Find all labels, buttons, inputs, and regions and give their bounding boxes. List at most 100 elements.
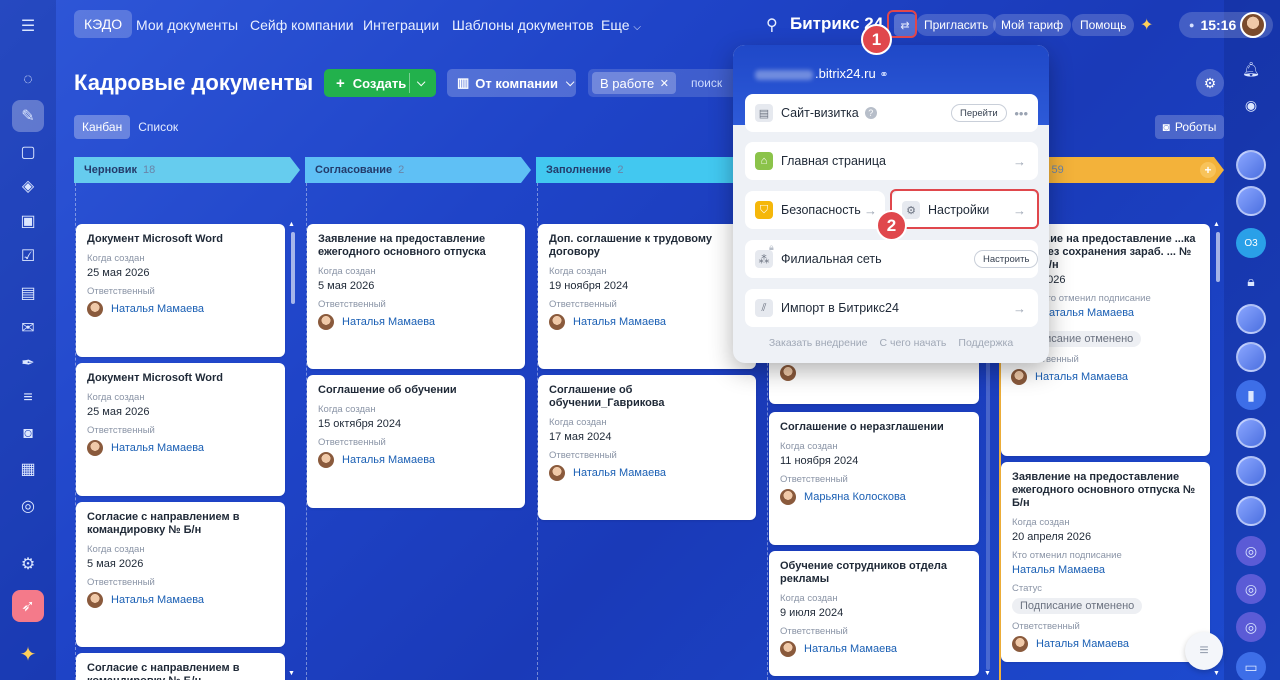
card-user[interactable]: Наталья Мамаева [780,641,968,657]
contacts-icon[interactable]: ▤ [12,277,44,309]
card-title[interactable]: Соглашение об обучении_Гаврикова [549,384,745,410]
company-selector[interactable]: ▥ От компании ⌵ [447,69,576,97]
cancel-user[interactable]: Наталья Мамаева [1041,307,1199,319]
robot-icon[interactable]: ◙ [12,418,44,450]
bookmark-icon[interactable]: ▮ [1236,380,1266,410]
target-icon[interactable]: ◎ [12,490,44,522]
card-title[interactable]: Соглашение о неразглашении [780,421,968,434]
menu-icon[interactable]: ☰ [12,10,44,42]
search-input[interactable]: поиск [691,76,722,90]
card-title[interactable]: Соглашение об обучении [318,384,514,397]
configure-button[interactable]: Настроить [974,250,1039,268]
security-row[interactable]: ⛉ Безопасность → [745,191,885,229]
card-title[interactable]: Согласие с направлением в командировку №… [87,511,274,537]
document-card[interactable]: Заявление на предоставление ежегодного о… [307,224,525,369]
link-support[interactable]: Поддержка [958,337,1013,349]
nav-tab-my-docs[interactable]: Мои документы [136,17,238,33]
scroll-down-icon[interactable]: ▼ [288,670,295,677]
card-user[interactable]: Наталья Мамаева [87,440,274,456]
openline-icon[interactable]: ◎ [1236,536,1266,566]
document-card[interactable]: Документ Microsoft Word Когда создан 25 … [76,224,285,357]
chat-icon[interactable]: ▭ [1236,652,1266,680]
bell-icon[interactable]: 🔔︎ [1236,54,1266,84]
scroll-down-icon[interactable]: ▼ [1213,670,1220,677]
openline-icon[interactable]: ◎ [1236,612,1266,642]
nav-tab-integrations[interactable]: Интеграции [363,17,439,33]
card-user[interactable]: Наталья Мамаева [318,452,514,468]
feed-icon[interactable]: ◌ [12,64,44,96]
tab-list[interactable]: Список [130,115,186,139]
sign-icon[interactable]: ✒ [12,347,44,379]
column-header[interactable]: Черновик 18 [74,157,300,183]
card-user[interactable]: Марьяна Колоскова [780,489,968,505]
rocket-icon[interactable]: ➶ [12,590,44,622]
avatar[interactable] [1236,496,1266,526]
search-filter[interactable]: В работе ✕ поиск [588,69,738,97]
close-icon[interactable]: ✕ [660,77,669,90]
help-icon[interactable]: ? [864,107,877,119]
openline-icon[interactable]: ◎ [1236,574,1266,604]
card-user[interactable]: Наталья Мамаева [1011,369,1199,385]
card-title[interactable]: Документ Microsoft Word [87,372,274,385]
document-card[interactable]: Обучение сотрудников отдела рекламы Когд… [769,551,979,676]
user-avatar[interactable] [1240,12,1266,38]
document-card[interactable]: Соглашение об обучении Когда создан 15 о… [307,375,525,508]
portal-domain[interactable]: .bitrix24.ru ⚭ [755,66,889,81]
card-title[interactable]: Обучение сотрудников отдела рекламы [780,560,968,586]
document-card[interactable]: Согласие с направлением в командировку №… [76,653,285,680]
document-card[interactable]: Доп. соглашение к трудовому договору Ког… [538,224,756,369]
documents-icon[interactable]: ✎ [12,100,44,132]
document-card[interactable]: Соглашение о неразглашении Когда создан … [769,412,979,545]
cancel-user[interactable]: Наталья Мамаева [1012,564,1199,576]
card-user[interactable]: Наталья Мамаева [87,592,274,608]
invite-button[interactable]: Пригласить [916,14,997,36]
filter-icon[interactable]: ≡ [12,382,44,414]
chat-icon[interactable]: ▢ [12,136,44,168]
branch-row[interactable]: ⁂ 🔒︎ Филиальная сеть Настроить [745,240,1039,278]
document-card[interactable]: Соглашение об обучении_Гаврикова Когда с… [538,375,756,520]
copilot-icon[interactable]: ✦ [12,638,44,670]
document-card[interactable]: Согласие с направлением в командировку №… [76,502,285,647]
document-card[interactable]: Заявление на предоставление ежегодного о… [1001,462,1210,662]
card-title[interactable]: Доп. соглашение к трудовому договору [549,233,745,259]
scroll-down-icon[interactable]: ▼ [984,670,991,677]
card-title[interactable]: Согласие с направлением в командировку №… [87,662,274,680]
filter-tag[interactable]: В работе ✕ [592,72,676,94]
help-button[interactable]: Помощь [1072,14,1135,36]
nav-tab-kedo[interactable]: КЭДО [74,10,133,38]
column-header[interactable]: Заполнение 2 [536,157,762,183]
tasks-icon[interactable]: ☑ [12,240,44,272]
nav-more[interactable]: Еще ⌵ [601,17,641,33]
more-icon[interactable]: ••• [1014,106,1028,121]
lock-icon[interactable]: 🔒︎ [1236,266,1266,296]
card-user[interactable]: Наталья Мамаева [87,301,274,317]
card-user[interactable] [780,365,968,381]
scrollbar[interactable] [1216,232,1220,282]
scrollbar[interactable] [291,232,295,304]
messenger-icon[interactable]: ◉ [1236,90,1266,120]
tariff-button[interactable]: Мой тариф [993,14,1072,36]
settings-icon[interactable]: ⚙ [12,548,44,580]
scroll-up-icon[interactable]: ▲ [288,221,295,228]
tab-kanban[interactable]: Канбан [74,115,131,139]
pin-icon[interactable]: ⚲ [298,76,308,92]
nav-tab-safe[interactable]: Сейф компании [250,17,354,33]
card-user[interactable]: Наталья Мамаева [549,314,745,330]
home-row[interactable]: ⌂ Главная страница → [745,142,1038,180]
report-icon[interactable]: ▦ [12,453,44,485]
link-start[interactable]: С чего начать [879,337,946,349]
card-user[interactable]: Наталья Мамаева [549,465,745,481]
link-icon[interactable]: ⚭ [879,69,888,81]
crm-icon[interactable]: ◈ [12,170,44,202]
list-menu-icon[interactable]: ≡ [1185,632,1223,670]
create-button[interactable]: + Создать ⌵ [324,69,436,97]
site-row[interactable]: ▤ Сайт-визитка ? Перейти ••• [745,94,1038,132]
chat-o3-icon[interactable]: O3 [1236,228,1266,258]
link-order[interactable]: Заказать внедрение [769,337,868,349]
avatar[interactable] [1236,150,1266,180]
avatar[interactable] [1236,186,1266,216]
drive-icon[interactable]: ▣ [12,205,44,237]
import-row[interactable]: ⫽ Импорт в Битрикс24 → [745,289,1038,327]
avatar[interactable] [1236,456,1266,486]
open-button[interactable]: Перейти [951,104,1007,122]
